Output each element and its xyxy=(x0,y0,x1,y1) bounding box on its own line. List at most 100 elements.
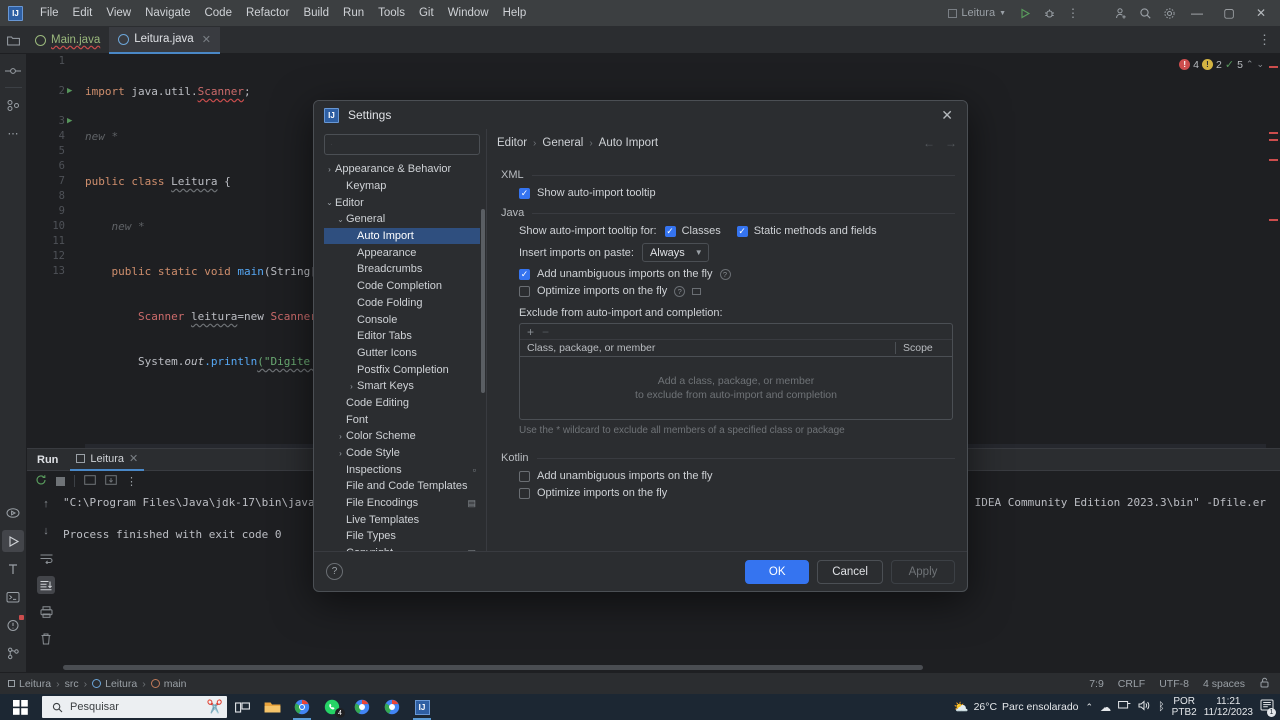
run-tab-leitura[interactable]: Leitura ✕ xyxy=(70,449,145,471)
tree-node-live-templates[interactable]: Live Templates xyxy=(324,511,480,528)
chevron-down-icon[interactable]: ⌄ xyxy=(335,215,346,224)
java-add-unambiguous-checkbox[interactable] xyxy=(519,268,530,280)
tree-node-color-scheme[interactable]: › Color Scheme xyxy=(324,428,480,445)
structure-icon[interactable] xyxy=(2,94,24,116)
inspections-widget[interactable]: ! 4 ! 2 ✓ 5 ⌃ ⌄ xyxy=(1179,58,1264,71)
menu-tools[interactable]: Tools xyxy=(371,4,412,22)
java-static-option[interactable]: Static methods and fields xyxy=(736,225,877,237)
clear-all-icon[interactable] xyxy=(37,630,55,648)
tree-node-appearance[interactable]: Appearance xyxy=(324,244,480,261)
run-gutter-icon[interactable]: ▶ xyxy=(67,116,72,126)
whatsapp-button[interactable]: 4 xyxy=(317,694,347,720)
services-icon[interactable] xyxy=(2,502,24,524)
prev-problem-icon[interactable]: ⌃ xyxy=(1246,59,1254,70)
tab-main-java[interactable]: Main.java xyxy=(26,27,109,54)
breadcrumb-item-src[interactable]: src xyxy=(65,678,79,690)
network-icon[interactable] xyxy=(1118,700,1131,714)
tree-node-keymap[interactable]: Keymap xyxy=(324,178,480,195)
todo-icon[interactable] xyxy=(2,558,24,580)
stop-icon[interactable] xyxy=(56,476,65,486)
more-actions-icon[interactable]: ⋮ xyxy=(126,475,137,488)
java-optimize-row[interactable]: Optimize imports on the fly ? xyxy=(519,285,955,297)
soft-wrap-icon[interactable] xyxy=(84,474,96,488)
next-problem-icon[interactable]: ⌄ xyxy=(1256,59,1264,70)
print-icon[interactable] xyxy=(37,603,55,621)
indent-setting[interactable]: 4 spaces xyxy=(1203,678,1245,690)
up-arrow-icon[interactable]: ↑ xyxy=(37,495,55,513)
intellij-taskbar-button[interactable]: IJ xyxy=(407,694,437,720)
tree-node-inspections[interactable]: Inspections ▫ xyxy=(324,461,480,478)
breadcrumb-general[interactable]: General xyxy=(542,137,583,149)
tab-leitura-java[interactable]: Leitura.java ✕ xyxy=(109,26,220,54)
error-marker[interactable] xyxy=(1269,66,1278,68)
menu-help[interactable]: Help xyxy=(496,4,534,22)
version-control-icon[interactable] xyxy=(2,642,24,664)
chevron-right-icon[interactable]: › xyxy=(346,382,357,391)
task-view-button[interactable] xyxy=(227,694,257,720)
kotlin-add-unambiguous-checkbox[interactable] xyxy=(519,470,530,482)
tree-node-code-style[interactable]: › Code Style xyxy=(324,445,480,462)
close-icon[interactable]: ✕ xyxy=(129,452,138,465)
forward-arrow-icon[interactable]: → xyxy=(945,136,957,150)
tree-node-postfix-completion[interactable]: Postfix Completion xyxy=(324,361,480,378)
chrome-app-button-2[interactable] xyxy=(377,694,407,720)
caret-position[interactable]: 7:9 xyxy=(1089,678,1104,690)
search-everywhere-icon[interactable] xyxy=(1134,3,1156,23)
lock-icon[interactable] xyxy=(1259,677,1270,691)
menu-code[interactable]: Code xyxy=(197,4,239,22)
java-add-unambiguous-row[interactable]: Add unambiguous imports on the fly ? xyxy=(519,268,955,280)
down-arrow-icon[interactable]: ↓ xyxy=(37,522,55,540)
settings-search-field[interactable] xyxy=(324,134,480,155)
menu-build[interactable]: Build xyxy=(296,4,336,22)
run-button[interactable] xyxy=(1014,3,1036,23)
error-marker[interactable] xyxy=(1269,159,1278,161)
weather-widget[interactable]: ⛅ 26°C Parc ensolarado xyxy=(954,700,1079,714)
menu-file[interactable]: File xyxy=(33,4,66,22)
menu-window[interactable]: Window xyxy=(441,4,496,22)
close-button[interactable]: ✕ xyxy=(1246,2,1276,24)
menu-navigate[interactable]: Navigate xyxy=(138,4,197,22)
chevron-right-icon[interactable]: › xyxy=(335,549,346,551)
maximize-button[interactable]: ▢ xyxy=(1214,2,1244,24)
tree-node-console[interactable]: Console xyxy=(324,311,480,328)
xml-show-tooltip-checkbox[interactable] xyxy=(519,187,530,199)
menu-view[interactable]: View xyxy=(99,4,138,22)
menu-edit[interactable]: Edit xyxy=(66,4,100,22)
tree-node-breadcrumbs[interactable]: Breadcrumbs xyxy=(324,261,480,278)
chevron-right-icon[interactable]: › xyxy=(335,449,346,458)
help-icon[interactable]: ? xyxy=(674,285,686,297)
bluetooth-icon[interactable]: ᛒ xyxy=(1158,701,1165,713)
insert-imports-on-paste-select[interactable]: Always ▼ xyxy=(641,243,709,262)
menu-run[interactable]: Run xyxy=(336,4,371,22)
exclude-table[interactable]: + − Class, package, or member Scope Add … xyxy=(519,323,953,420)
tree-node-file-and-code-templates[interactable]: File and Code Templates xyxy=(324,478,480,495)
menu-refactor[interactable]: Refactor xyxy=(239,4,296,22)
clock-widget[interactable]: 11:21 11/12/2023 xyxy=(1204,696,1253,718)
help-icon[interactable]: ? xyxy=(719,268,731,280)
run-configuration-selector[interactable]: Leitura ▼ xyxy=(942,5,1012,21)
tree-node-smart-keys[interactable]: › Smart Keys xyxy=(324,378,480,395)
menu-git[interactable]: Git xyxy=(412,4,441,22)
java-classes-option[interactable]: Classes xyxy=(664,225,721,237)
settings-search-input[interactable] xyxy=(337,138,479,151)
scroll-to-end-toggle-icon[interactable] xyxy=(37,576,55,594)
more-actions-icon[interactable]: ⋮ xyxy=(1062,3,1084,23)
minimize-button[interactable]: — xyxy=(1182,2,1212,24)
problems-icon[interactable] xyxy=(2,614,24,636)
tree-node-auto-import[interactable]: Auto Import xyxy=(324,227,480,245)
java-classes-checkbox[interactable] xyxy=(664,225,676,237)
breadcrumb-item-module[interactable]: Leitura xyxy=(8,678,51,690)
debug-button[interactable] xyxy=(1038,3,1060,23)
rerun-icon[interactable] xyxy=(35,474,47,489)
tree-node-code-folding[interactable]: Code Folding xyxy=(324,295,480,312)
onedrive-icon[interactable]: ☁ xyxy=(1100,701,1111,714)
taskbar-search[interactable]: Pesquisar ✂️ xyxy=(42,696,227,718)
tree-node-general[interactable]: ⌄ General xyxy=(324,211,480,228)
tab-options-icon[interactable]: ⋮ xyxy=(1258,32,1280,48)
run-gutter-icon[interactable]: ▶ xyxy=(67,86,72,96)
close-icon[interactable]: ✕ xyxy=(202,33,211,46)
tree-node-font[interactable]: Font xyxy=(324,411,480,428)
soft-wrap-toggle-icon[interactable] xyxy=(37,549,55,567)
xml-show-tooltip-row[interactable]: Show auto-import tooltip xyxy=(519,187,955,199)
chrome-app-button-1[interactable] xyxy=(347,694,377,720)
